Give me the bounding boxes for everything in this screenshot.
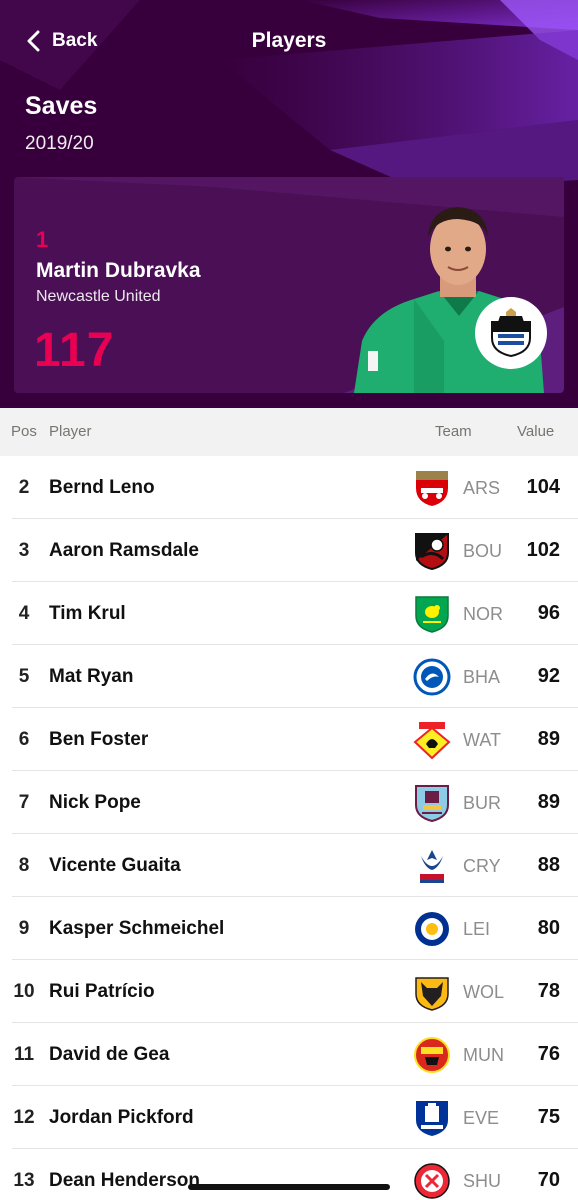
table-row[interactable]: 8 Vicente Guaita CRY 88 bbox=[0, 834, 578, 897]
bournemouth-crest-icon bbox=[415, 533, 449, 571]
row-player-name: Mat Ryan bbox=[49, 666, 134, 687]
row-position: 13 bbox=[13, 1170, 35, 1191]
row-team-abbr: ARS bbox=[463, 478, 501, 498]
table-header: Pos Player Team Value bbox=[0, 408, 578, 456]
leicester-crest-icon bbox=[415, 912, 449, 946]
row-player-name: Vicente Guaita bbox=[49, 855, 181, 876]
man-united-crest-icon bbox=[414, 1037, 450, 1073]
column-header-value: Value bbox=[517, 423, 555, 440]
row-position: 4 bbox=[18, 603, 30, 624]
watford-crest-icon bbox=[413, 722, 451, 760]
season-label: 2019/20 bbox=[25, 133, 94, 154]
home-indicator[interactable] bbox=[188, 1184, 390, 1190]
newcastle-crest-icon bbox=[491, 308, 531, 358]
row-position: 9 bbox=[18, 918, 30, 939]
row-player-name: Rui Patrício bbox=[49, 981, 155, 1002]
row-team-abbr: SHU bbox=[463, 1171, 502, 1191]
burnley-crest-icon bbox=[415, 785, 449, 823]
leader-value: 117 bbox=[34, 324, 115, 377]
row-team-abbr: WAT bbox=[463, 730, 501, 750]
leader-team-crest bbox=[475, 297, 547, 369]
row-position: 5 bbox=[18, 666, 30, 687]
row-position: 12 bbox=[13, 1107, 35, 1128]
everton-crest-icon bbox=[416, 1101, 448, 1136]
row-value: 89 bbox=[537, 728, 560, 750]
row-position: 3 bbox=[18, 540, 30, 561]
row-team-abbr: WOL bbox=[463, 982, 505, 1002]
column-header-player: Player bbox=[49, 423, 92, 440]
row-player-name: Kasper Schmeichel bbox=[49, 918, 225, 939]
row-team-abbr: EVE bbox=[463, 1108, 500, 1128]
table-row[interactable]: 9 Kasper Schmeichel LEI 80 bbox=[0, 897, 578, 960]
leader-player-name: Martin Dubravka bbox=[36, 259, 201, 282]
row-team-abbr: NOR bbox=[463, 604, 503, 624]
table-row[interactable]: 2 Bernd Leno ARS 104 bbox=[0, 456, 578, 519]
arsenal-crest-icon bbox=[416, 471, 448, 506]
row-team-abbr: LEI bbox=[463, 919, 491, 939]
table-row[interactable]: 11 David de Gea MUN 76 bbox=[0, 1023, 578, 1086]
column-header-pos: Pos bbox=[11, 423, 37, 440]
column-header-team: Team bbox=[435, 423, 472, 440]
stat-title: Saves bbox=[25, 92, 98, 120]
row-team-abbr: CRY bbox=[463, 856, 501, 876]
wolves-crest-icon bbox=[415, 977, 449, 1011]
table-row[interactable]: 10 Rui Patrício WOL 78 bbox=[0, 960, 578, 1023]
row-player-name: Dean Henderson bbox=[49, 1170, 200, 1191]
row-value: 89 bbox=[537, 791, 560, 813]
row-player-name: David de Gea bbox=[49, 1044, 170, 1065]
row-value: 78 bbox=[537, 980, 560, 1002]
row-team-abbr: BHA bbox=[463, 667, 501, 687]
table-row[interactable]: 13 Dean Henderson SHU 70 bbox=[0, 1149, 578, 1200]
row-player-name: Tim Krul bbox=[49, 603, 126, 624]
norwich-crest-icon bbox=[415, 596, 449, 633]
header-hero: Back Players Saves 2019/20 1 Martin Dubr… bbox=[0, 0, 578, 408]
row-player-name: Jordan Pickford bbox=[49, 1107, 194, 1128]
brighton-crest-icon bbox=[413, 658, 451, 696]
leader-position: 1 bbox=[36, 227, 49, 252]
sheffield-united-crest-icon bbox=[414, 1163, 450, 1199]
leader-team-name: Newcastle United bbox=[36, 288, 161, 305]
row-value: 76 bbox=[537, 1043, 560, 1065]
row-value: 70 bbox=[537, 1169, 560, 1191]
row-value: 96 bbox=[537, 602, 560, 624]
row-position: 8 bbox=[18, 855, 30, 876]
table-row[interactable]: 3 Aaron Ramsdale BOU 102 bbox=[0, 519, 578, 582]
table-row[interactable]: 4 Tim Krul NOR 96 bbox=[0, 582, 578, 645]
row-position: 10 bbox=[13, 981, 35, 1002]
table-row[interactable]: 5 Mat Ryan BHA 92 bbox=[0, 645, 578, 708]
row-value: 92 bbox=[537, 665, 560, 687]
row-position: 2 bbox=[18, 477, 30, 498]
row-position: 6 bbox=[18, 729, 30, 750]
stats-table: 2 Bernd Leno ARS 104 3 Aaron Ramsdale BO… bbox=[0, 456, 578, 1200]
page-title: Players bbox=[251, 29, 327, 52]
row-value: 88 bbox=[537, 854, 560, 876]
row-player-name: Nick Pope bbox=[49, 792, 141, 813]
row-player-name: Bernd Leno bbox=[49, 477, 155, 498]
row-player-name: Ben Foster bbox=[49, 729, 149, 750]
table-row[interactable]: 7 Nick Pope BUR 89 bbox=[0, 771, 578, 834]
leader-card[interactable]: 1 Martin Dubravka Newcastle United 117 bbox=[14, 177, 564, 393]
row-value: 102 bbox=[526, 539, 560, 561]
row-team-abbr: MUN bbox=[463, 1045, 504, 1065]
row-value: 104 bbox=[526, 476, 560, 498]
table-row[interactable]: 12 Jordan Pickford EVE 75 bbox=[0, 1086, 578, 1149]
crystal-palace-crest-icon bbox=[420, 850, 444, 883]
row-team-abbr: BOU bbox=[463, 541, 503, 561]
row-position: 11 bbox=[13, 1044, 35, 1065]
table-row[interactable]: 6 Ben Foster WAT 89 bbox=[0, 708, 578, 771]
row-value: 80 bbox=[537, 917, 560, 939]
row-player-name: Aaron Ramsdale bbox=[49, 540, 199, 561]
row-team-abbr: BUR bbox=[463, 793, 502, 813]
row-position: 7 bbox=[18, 792, 30, 813]
row-value: 75 bbox=[537, 1106, 560, 1128]
